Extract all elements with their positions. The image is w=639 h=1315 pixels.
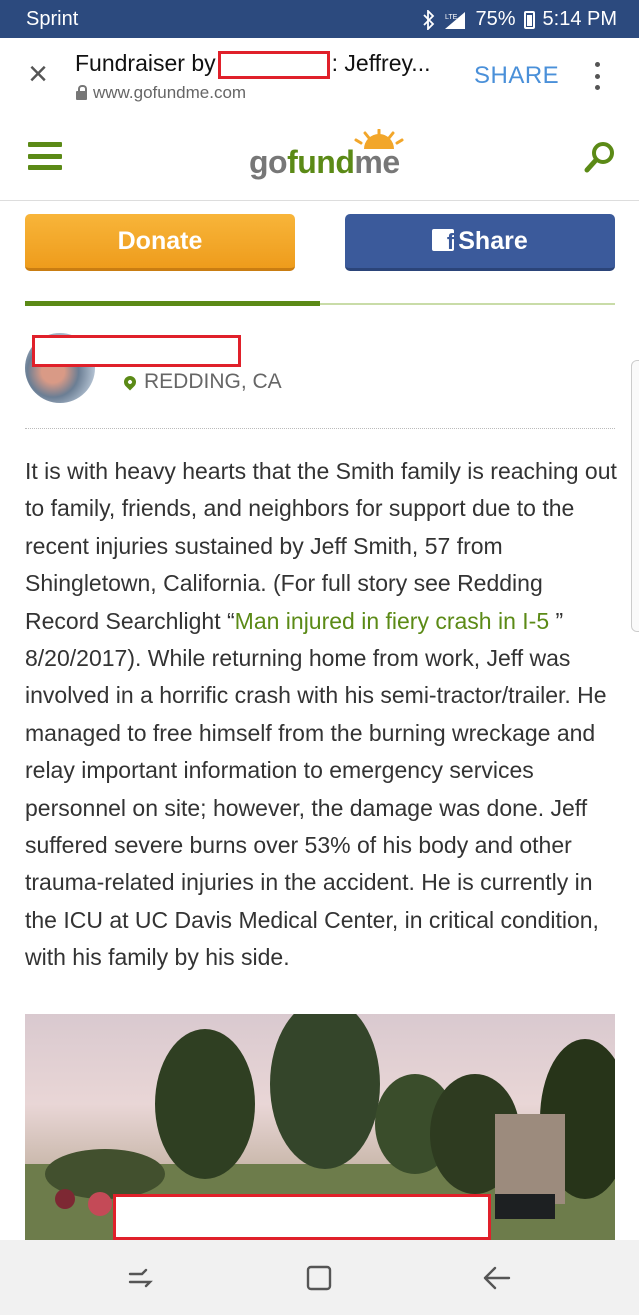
recents-icon[interactable] xyxy=(122,1260,158,1296)
logo-me: me xyxy=(354,144,400,180)
share-link[interactable]: SHARE xyxy=(474,62,559,90)
menu-icon[interactable] xyxy=(28,142,62,170)
photo-redaction xyxy=(113,1194,491,1240)
search-icon[interactable] xyxy=(583,140,617,174)
story-text-2: ” 8/20/2017). While returning home from … xyxy=(25,607,607,971)
bluetooth-icon xyxy=(423,9,435,30)
logo-go: go xyxy=(249,144,288,180)
title-prefix: Fundraiser by xyxy=(75,50,216,76)
news-article-link[interactable]: Man injured in fiery crash in I-5 xyxy=(235,608,549,634)
facebook-icon: f xyxy=(432,229,455,251)
campaign-story: It is with heavy hearts that the Smith f… xyxy=(25,453,620,977)
url-text: www.gofundme.com xyxy=(93,83,247,102)
clock: 5:14 PM xyxy=(542,8,617,30)
scroll-handle[interactable] xyxy=(631,360,639,632)
signal-lte-icon: LTE xyxy=(445,11,466,29)
battery-percent: 75% xyxy=(475,8,516,30)
organizer-name-redaction xyxy=(32,335,241,367)
title-suffix: : Jeffrey... xyxy=(331,50,431,76)
location-pin-icon xyxy=(121,373,139,391)
battery-icon xyxy=(523,10,535,29)
browser-toolbar: × Fundraiser by : Jeffrey... www.gofundme… xyxy=(0,38,639,115)
close-icon[interactable]: × xyxy=(22,57,54,91)
logo-fund: fund xyxy=(287,144,355,180)
lock-icon xyxy=(76,84,87,100)
back-icon[interactable] xyxy=(479,1260,515,1296)
site-header: gofundme xyxy=(0,114,639,201)
redaction-box xyxy=(217,50,330,79)
url-display: www.gofundme.com xyxy=(76,83,246,103)
location-text: REDDING, CA xyxy=(144,370,282,393)
status-icons: LTE 75% 5:14 PM xyxy=(423,8,617,31)
page-title: Fundraiser by : Jeffrey... xyxy=(75,50,430,79)
progress-fill xyxy=(25,301,320,306)
divider xyxy=(25,428,615,429)
system-nav-bar xyxy=(0,1240,639,1315)
status-bar: Sprint LTE 75% 5:14 PM xyxy=(0,0,639,38)
gofundme-logo[interactable]: gofundme xyxy=(249,144,400,181)
facebook-share-button[interactable]: f Share xyxy=(345,214,615,271)
donate-button[interactable]: Donate xyxy=(25,214,295,271)
carrier-name: Sprint xyxy=(26,8,79,30)
home-icon[interactable] xyxy=(301,1260,337,1296)
donate-label: Donate xyxy=(117,227,203,255)
more-options-icon[interactable] xyxy=(592,62,602,90)
location: REDDING, CA xyxy=(121,370,282,394)
svg-text:LTE: LTE xyxy=(445,14,458,21)
share-label: Share xyxy=(458,227,528,255)
